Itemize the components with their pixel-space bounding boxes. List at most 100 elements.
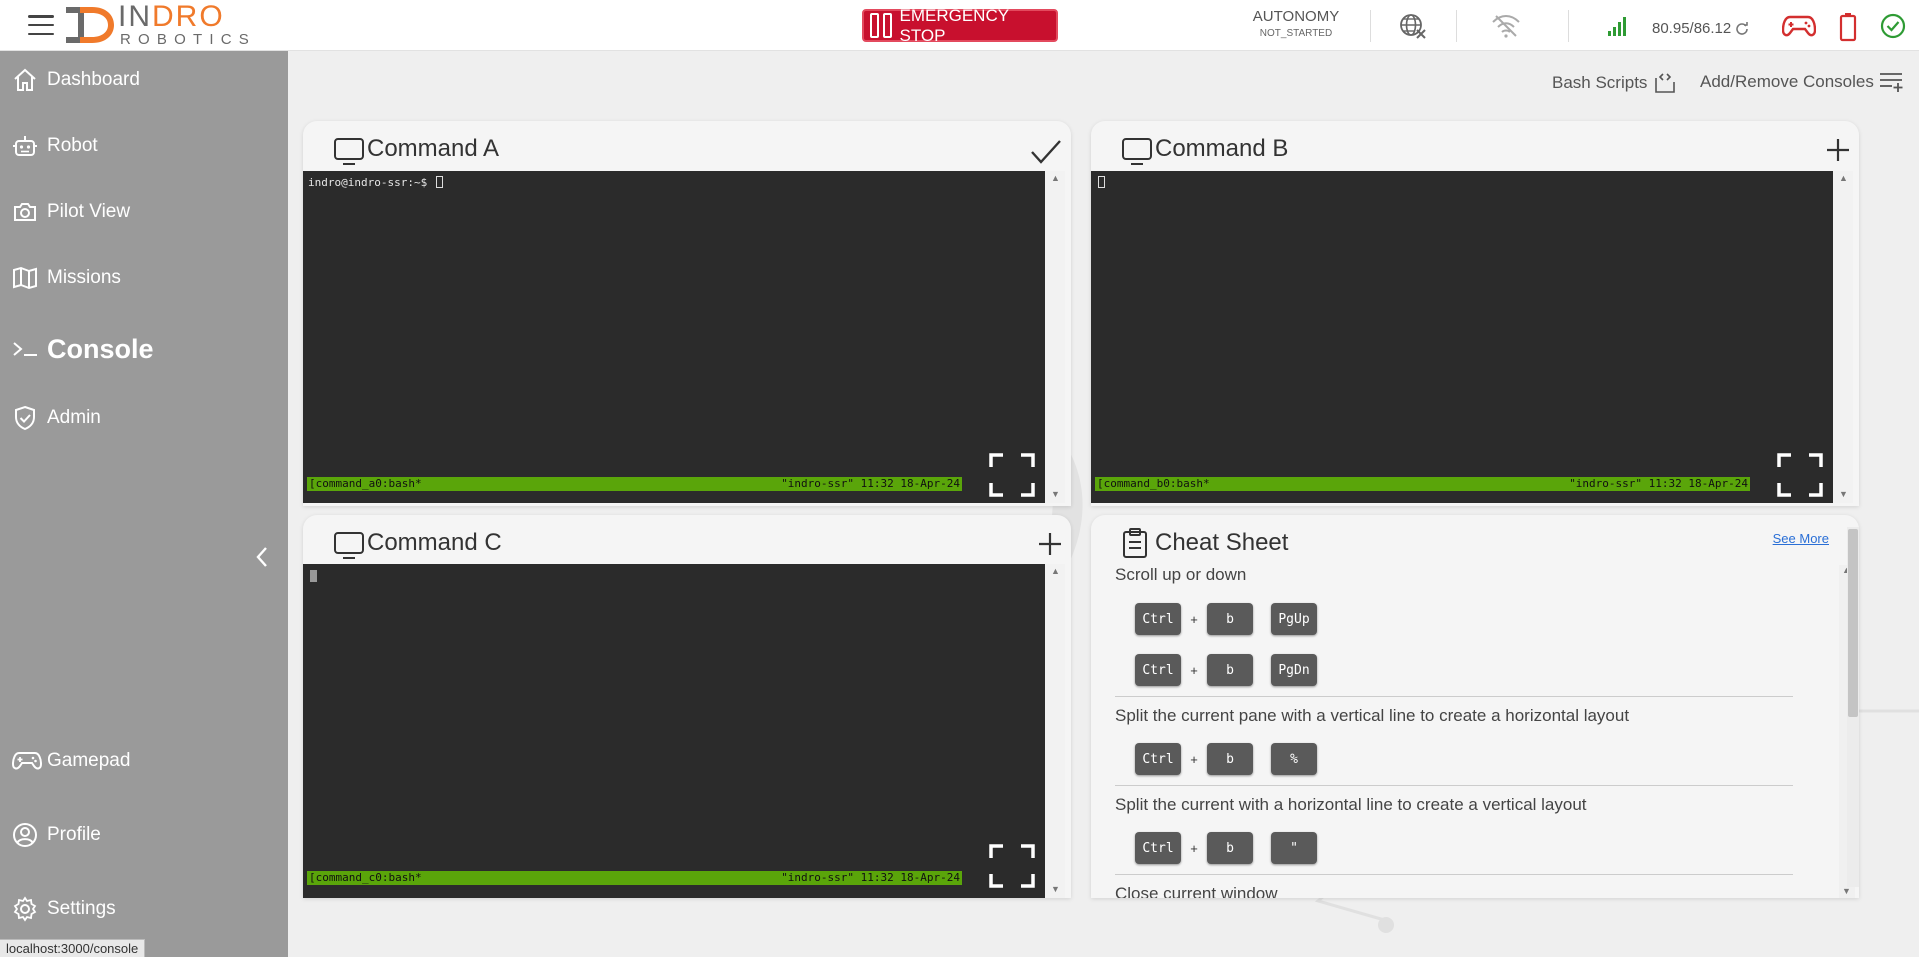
scroll-down-arrow-icon[interactable]: ▼ xyxy=(1842,886,1851,896)
scroll-down-arrow-icon[interactable]: ▼ xyxy=(1839,489,1848,499)
top-bar: INDRO ROBOTICS EMERGENCY STOP AUTONOMY N… xyxy=(0,0,1919,51)
sidebar-item-admin[interactable]: Admin xyxy=(12,402,101,434)
scroll-up-arrow-icon[interactable]: ▲ xyxy=(1839,173,1848,183)
terminal-cursor xyxy=(435,176,443,188)
bash-scripts-button[interactable]: Bash Scripts xyxy=(1552,70,1678,96)
cheat-sheet-content[interactable]: Scroll up or down Ctrl + b PgUp Ctrl + b… xyxy=(1091,515,1843,898)
battery-voltage-text: 80.95/86.12 xyxy=(1652,20,1732,37)
key-cap: b xyxy=(1207,743,1253,775)
autonomy-state: NOT_STARTED xyxy=(1259,28,1333,39)
tmux-host-time: "indro-ssr" 11:32 18-Apr-24 xyxy=(781,871,960,884)
sidebar-item-label: Console xyxy=(47,333,154,364)
divider xyxy=(1568,10,1569,42)
key-cap: PgDn xyxy=(1271,654,1317,686)
console-title: Command A xyxy=(367,135,500,162)
terminal-scrollbar[interactable]: ▲ ▼ xyxy=(1833,171,1853,503)
monitor-icon xyxy=(334,532,364,559)
sidebar-item-label: Missions xyxy=(47,267,121,288)
cheat-section-title: Split the current with a horizontal line… xyxy=(1115,795,1587,814)
divider xyxy=(1115,696,1793,697)
terminal-prompt-icon xyxy=(12,335,42,363)
key-cap: Ctrl xyxy=(1135,832,1181,864)
tmux-host-time: "indro-ssr" 11:32 18-Apr-24 xyxy=(781,477,960,490)
plus-icon[interactable] xyxy=(1825,137,1851,163)
tmux-status-bar: [command_b0:bash* "indro-ssr" 11:32 18-A… xyxy=(1095,477,1750,491)
fullscreen-icon[interactable] xyxy=(1777,453,1823,497)
key-cap: b xyxy=(1207,832,1253,864)
sidebar-item-profile[interactable]: Profile xyxy=(12,819,101,851)
globe-disconnected-icon[interactable] xyxy=(1398,12,1428,40)
battery-voltage: 80.95/86.12 xyxy=(1652,20,1749,37)
plus-sign: + xyxy=(1190,751,1198,767)
sidebar-item-settings[interactable]: Settings xyxy=(12,893,116,925)
indro-logo[interactable]: INDRO ROBOTICS xyxy=(62,0,262,48)
sidebar-item-console[interactable]: Console xyxy=(12,333,154,365)
sidebar-item-label: Admin xyxy=(47,407,101,428)
outer-scrollbar-track[interactable] xyxy=(1847,527,1859,887)
gear-icon xyxy=(12,895,42,923)
terminal-scrollbar[interactable]: ▲ ▼ xyxy=(1045,564,1065,898)
sidebar-item-dashboard[interactable]: Dashboard xyxy=(12,64,140,96)
tmux-status-bar: [command_c0:bash* "indro-ssr" 11:32 18-A… xyxy=(307,871,962,885)
sidebar-item-label: Pilot View xyxy=(47,201,131,222)
sidebar-item-missions[interactable]: Missions xyxy=(12,262,121,294)
terminal-prompt xyxy=(308,570,317,583)
divider xyxy=(1115,874,1793,875)
terminal-a[interactable]: indro@indro-ssr:~$ [command_a0:bash* "in… xyxy=(303,171,1045,503)
battery-alert-icon[interactable] xyxy=(1838,12,1858,42)
console-header: Command A xyxy=(303,121,1071,171)
emergency-stop-button[interactable]: EMERGENCY STOP xyxy=(862,6,1058,45)
key-cap: b xyxy=(1207,654,1253,686)
indro-logo-mark-icon xyxy=(66,7,114,43)
terminal-scrollbar[interactable]: ▲ ▼ xyxy=(1045,171,1065,503)
pause-icon xyxy=(870,13,893,38)
gamepad-icon xyxy=(12,747,42,775)
plus-sign: + xyxy=(1190,840,1198,856)
autonomy-status[interactable]: AUTONOMY NOT_STARTED xyxy=(1240,8,1352,39)
console-header: Command B xyxy=(1091,121,1859,171)
monitor-icon xyxy=(334,138,364,165)
scroll-up-arrow-icon[interactable]: ▲ xyxy=(1051,566,1060,576)
camera-icon xyxy=(12,198,42,226)
console-title: Command C xyxy=(367,529,502,556)
sidebar-item-label: Gamepad xyxy=(47,750,131,771)
check-icon[interactable] xyxy=(1029,137,1063,167)
console-header: Command C xyxy=(303,515,1071,565)
sidebar-item-gamepad[interactable]: Gamepad xyxy=(12,745,130,777)
add-remove-consoles-button[interactable]: Add/Remove Consoles xyxy=(1700,70,1906,94)
key-cap: Ctrl xyxy=(1135,603,1181,635)
wifi-off-icon[interactable] xyxy=(1490,14,1522,38)
collapse-sidebar-chevron-icon[interactable] xyxy=(252,545,272,569)
plus-icon[interactable] xyxy=(1037,531,1063,557)
tmux-status-bar: [command_a0:bash* "indro-ssr" 11:32 18-A… xyxy=(307,477,962,491)
tmux-session-name: [command_c0:bash* xyxy=(309,871,422,884)
refresh-icon[interactable] xyxy=(1735,21,1749,35)
scroll-down-arrow-icon[interactable]: ▼ xyxy=(1051,884,1060,894)
hamburger-menu-icon[interactable] xyxy=(28,15,54,35)
terminal-b[interactable]: [command_b0:bash* "indro-ssr" 11:32 18-A… xyxy=(1091,171,1833,503)
scroll-up-arrow-icon[interactable]: ▲ xyxy=(1051,173,1060,183)
key-cap: % xyxy=(1271,743,1317,775)
logo-subtitle: ROBOTICS xyxy=(120,31,256,48)
cheat-section-title: Split the current pane with a vertical l… xyxy=(1115,706,1630,725)
check-circle-icon[interactable] xyxy=(1880,13,1906,39)
signal-strength-icon[interactable] xyxy=(1606,15,1628,37)
map-icon xyxy=(12,264,42,292)
key-combo: Ctrl + b PgUp xyxy=(1135,603,1317,635)
sidebar: Dashboard Robot Pilot View Missions Cons… xyxy=(0,51,288,957)
fullscreen-icon[interactable] xyxy=(989,844,1035,888)
gamepad-status-icon[interactable] xyxy=(1782,14,1816,38)
tmux-session-name: [command_a0:bash* xyxy=(309,477,422,490)
terminal-c[interactable]: [command_c0:bash* "indro-ssr" 11:32 18-A… xyxy=(303,564,1045,898)
sidebar-item-pilot-view[interactable]: Pilot View xyxy=(12,196,130,228)
divider xyxy=(1115,785,1793,786)
cheat-section-title: Close current window xyxy=(1115,884,1278,898)
sidebar-item-robot[interactable]: Robot xyxy=(12,130,98,162)
console-panel-b: Command B [command_b0:bash* "indro-ssr" … xyxy=(1091,121,1859,506)
scroll-down-arrow-icon[interactable]: ▼ xyxy=(1051,489,1060,499)
terminal-prompt: indro@indro-ssr:~$ xyxy=(308,176,443,189)
console-panel-a: Command A indro@indro-ssr:~$ [command_a0… xyxy=(303,121,1071,506)
outer-scrollbar-thumb[interactable] xyxy=(1848,529,1858,717)
fullscreen-icon[interactable] xyxy=(989,453,1035,497)
bash-scripts-label: Bash Scripts xyxy=(1552,73,1648,92)
